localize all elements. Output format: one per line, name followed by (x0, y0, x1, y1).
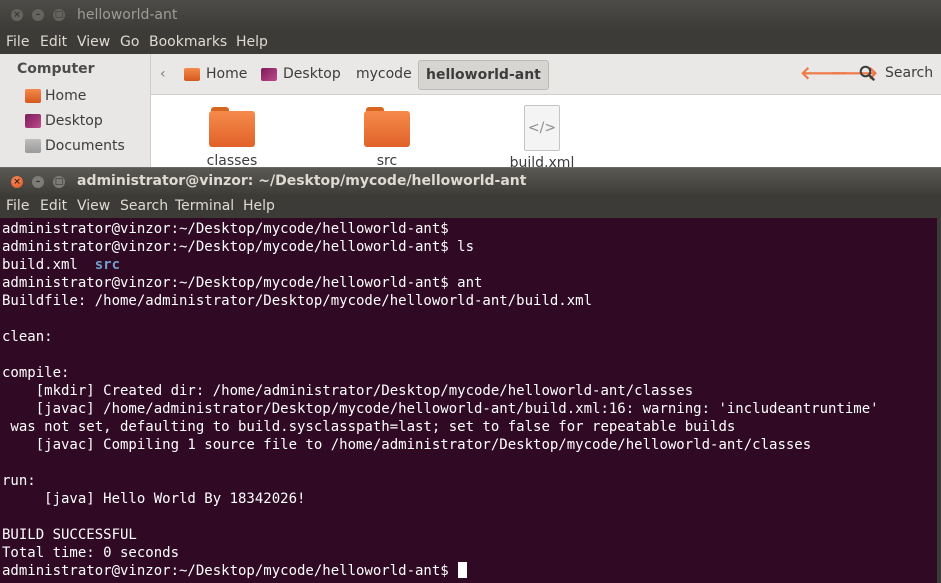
window-title: helloworld-ant (77, 7, 178, 23)
menu-file[interactable]: File (6, 34, 29, 50)
breadcrumb-home[interactable]: Home (184, 66, 247, 82)
terminal-line: run: (2, 473, 36, 489)
menu-view[interactable]: View (77, 34, 110, 50)
terminal-line: [java] Hello World By 18342026! (2, 491, 306, 507)
window-title: administrator@vinzor: ~/Desktop/mycode/h… (77, 173, 527, 189)
menu-file[interactable]: File (6, 198, 29, 214)
home-folder-icon (25, 89, 41, 103)
sidebar-item-home[interactable]: Home (25, 88, 86, 104)
search-icon (859, 65, 875, 81)
sidebar-item-label: Documents (45, 138, 125, 154)
terminal-titlebar[interactable]: × – □ administrator@vinzor: ~/Desktop/my… (0, 167, 941, 196)
shell-prompt: administrator@vinzor:~/Desktop/mycode/he… (2, 563, 458, 579)
terminal-line: BUILD SUCCESSFUL (2, 527, 137, 543)
breadcrumb-helloworld-ant[interactable]: helloworld-ant (418, 60, 549, 90)
menu-bookmarks[interactable]: Bookmarks (149, 34, 227, 50)
breadcrumb-mycode[interactable]: mycode (356, 66, 412, 82)
menu-view[interactable]: View (77, 198, 110, 214)
menu-edit[interactable]: Edit (40, 198, 67, 214)
terminal-line: clean: (2, 329, 53, 345)
file-item-classes[interactable]: classes (187, 105, 277, 169)
sidebar-heading: Computer (17, 61, 95, 77)
breadcrumb-desktop[interactable]: Desktop (261, 66, 341, 82)
minimize-icon[interactable]: – (32, 176, 44, 188)
breadcrumb-label: mycode (356, 66, 412, 82)
terminal-line: administrator@vinzor:~/Desktop/mycode/he… (2, 275, 483, 291)
file-item-src[interactable]: src (342, 105, 432, 169)
terminal-output[interactable]: administrator@vinzor:~/Desktop/mycode/he… (0, 218, 941, 583)
ls-file-entry: build.xml (2, 257, 78, 273)
menu-search[interactable]: Search (120, 198, 168, 214)
sidebar-item-label: Desktop (45, 113, 103, 129)
menu-go[interactable]: Go (120, 34, 139, 50)
maximize-icon[interactable]: □ (53, 176, 65, 188)
search-button[interactable]: Search (859, 65, 933, 81)
sidebar-item-documents[interactable]: Documents (25, 138, 125, 154)
menu-terminal[interactable]: Terminal (175, 198, 234, 214)
folder-icon (364, 105, 410, 147)
documents-folder-icon (25, 139, 41, 153)
terminal-line: [javac] /home/administrator/Desktop/myco… (2, 401, 879, 417)
terminal-window[interactable]: × – □ administrator@vinzor: ~/Desktop/my… (0, 167, 941, 583)
terminal-line: administrator@vinzor:~/Desktop/mycode/he… (2, 221, 449, 237)
menu-help[interactable]: Help (243, 198, 275, 214)
breadcrumb-label: Home (206, 66, 248, 82)
desktop-icon (261, 67, 277, 81)
sidebar-item-desktop[interactable]: Desktop (25, 113, 103, 129)
desktop-icon (25, 114, 41, 128)
close-icon[interactable]: × (11, 9, 23, 21)
location-toolbar: ‹ Home Desktop mycode helloworld-ant 🡐 🡒… (151, 54, 941, 95)
terminal-line: was not set, defaulting to build.sysclas… (2, 419, 736, 435)
minimize-icon[interactable]: – (32, 9, 44, 21)
terminal-line: [mkdir] Created dir: /home/administrator… (2, 383, 694, 399)
terminal-menubar: File Edit View Search Terminal Help (0, 195, 941, 218)
ls-directory-entry: src (94, 257, 121, 273)
terminal-line: [javac] Compiling 1 source file to /home… (2, 437, 812, 453)
xml-file-icon: </> (524, 105, 560, 151)
file-manager-menubar: File Edit View Go Bookmarks Help (0, 30, 941, 54)
breadcrumb-label: Desktop (283, 66, 341, 82)
terminal-line: compile: (2, 365, 70, 381)
file-manager-titlebar[interactable]: × – □ helloworld-ant (0, 0, 941, 30)
terminal-line: administrator@vinzor:~/Desktop/mycode/he… (2, 239, 475, 255)
terminal-line: Total time: 0 seconds (2, 545, 180, 561)
maximize-icon[interactable]: □ (53, 9, 65, 21)
breadcrumb-scroll-left-icon[interactable]: ‹ (160, 66, 166, 82)
file-item-build-xml[interactable]: </> build.xml (497, 105, 587, 171)
menu-help[interactable]: Help (236, 34, 268, 50)
places-sidebar: Computer Home Desktop Documents (0, 54, 151, 170)
file-manager-window[interactable]: × – □ helloworld-ant File Edit View Go B… (0, 0, 941, 171)
terminal-prompt-line[interactable]: administrator@vinzor:~/Desktop/mycode/he… (2, 562, 468, 580)
file-view[interactable]: classes src </> build.xml (151, 95, 941, 171)
home-folder-icon (184, 67, 200, 81)
breadcrumb-label: helloworld-ant (426, 67, 541, 83)
terminal-scrollbar[interactable] (937, 218, 941, 583)
terminal-line: build.xml src (2, 256, 120, 274)
close-icon[interactable]: × (11, 176, 23, 188)
text-cursor (458, 562, 468, 578)
terminal-line: Buildfile: /home/administrator/Desktop/m… (2, 293, 593, 309)
menu-edit[interactable]: Edit (40, 34, 67, 50)
folder-icon (209, 105, 255, 147)
search-label: Search (885, 65, 934, 81)
sidebar-item-label: Home (45, 88, 87, 104)
